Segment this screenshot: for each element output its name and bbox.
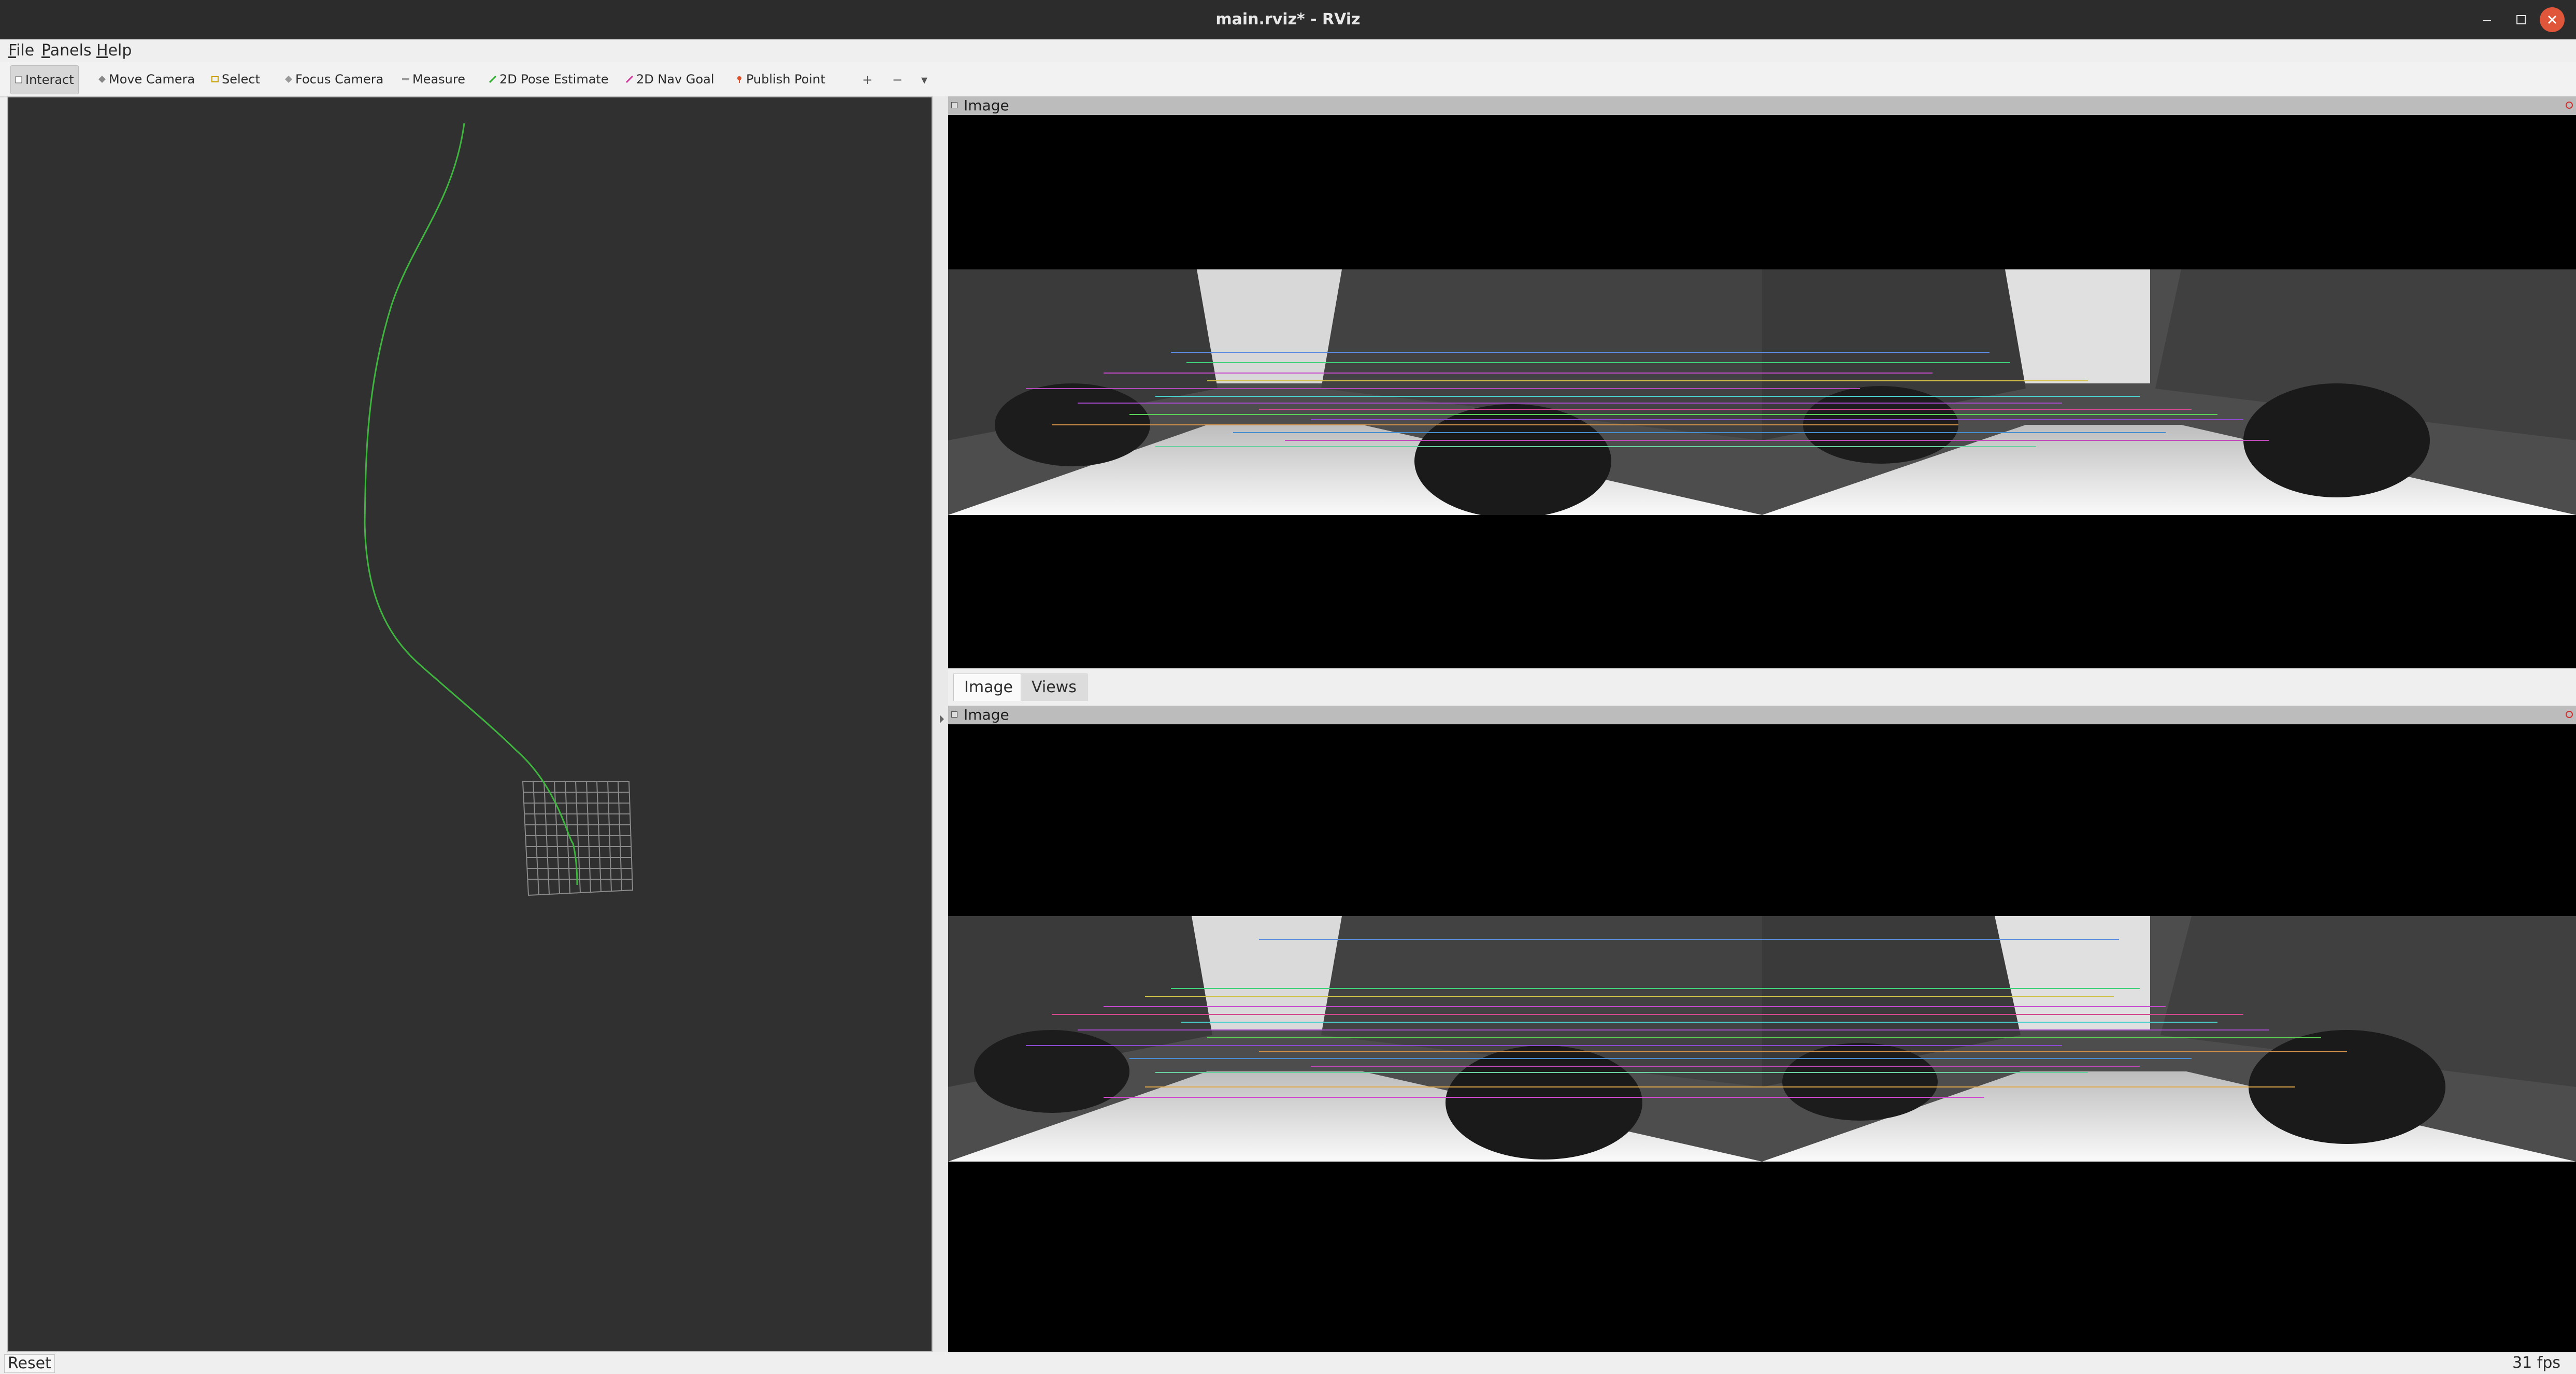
remove-tool-icon[interactable]: − (892, 73, 903, 87)
tool-interact[interactable]: Interact (10, 65, 79, 94)
reset-button[interactable]: Reset (4, 1354, 55, 1373)
window-title: main.rviz* - RViz (1215, 10, 1361, 28)
minimize-button[interactable] (2474, 7, 2499, 32)
top-stereo-image (948, 269, 2576, 515)
focus-camera-icon (285, 76, 292, 83)
tool-measure-label: Measure (412, 72, 465, 87)
minimize-icon (2483, 20, 2491, 21)
3d-scene (364, 123, 634, 896)
select-icon (211, 76, 219, 82)
bottom-image-panel-header[interactable]: Image (948, 706, 2576, 724)
panel-close-icon[interactable] (2566, 711, 2573, 718)
menu-bar: File Panels Help (0, 39, 2576, 62)
close-icon (2548, 15, 2557, 24)
tool-2d-pose-estimate[interactable]: 2D Pose Estimate (485, 65, 613, 93)
tool-2d-nav-goal[interactable]: 2D Nav Goal (622, 65, 719, 93)
menu-file-accel: F (8, 41, 17, 60)
splitter-arrow-icon (940, 715, 944, 723)
fps-counter: 31 fps (2512, 1354, 2560, 1372)
tool-2d-nav-goal-label: 2D Nav Goal (636, 72, 714, 87)
tool-move-camera[interactable]: Move Camera (94, 65, 199, 93)
menu-help-accel: H (96, 41, 108, 60)
interact-icon (15, 76, 22, 83)
tool-properties-icon[interactable]: ▾ (921, 73, 927, 87)
maximize-button[interactable] (2509, 7, 2534, 32)
add-tool-icon[interactable]: + (862, 73, 872, 87)
collapse-icon[interactable] (951, 102, 957, 108)
bottom-stereo-image (948, 916, 2576, 1162)
top-image-display (948, 115, 2576, 668)
menu-help-label: elp (108, 41, 132, 60)
menu-panels[interactable]: Panels (38, 41, 95, 60)
menu-panels-accel: P (41, 41, 50, 60)
tool-move-camera-label: Move Camera (109, 72, 195, 87)
publish-point-icon (737, 76, 741, 83)
tool-publish-point-label: Publish Point (746, 72, 825, 87)
maximize-icon (2516, 15, 2526, 24)
panel-tab-bar: Image Views (948, 668, 2576, 707)
menu-file[interactable]: File (5, 41, 37, 60)
menu-file-label: ile (16, 41, 35, 60)
render-3d-view[interactable] (7, 96, 933, 1352)
move-camera-icon (98, 76, 106, 83)
tool-focus-camera-label: Focus Camera (295, 72, 384, 87)
collapse-icon[interactable] (951, 711, 957, 718)
trajectory-path (364, 123, 578, 885)
tab-views[interactable]: Views (1021, 674, 1087, 701)
pose-estimate-icon (489, 76, 496, 83)
tool-select[interactable]: Select (207, 65, 264, 93)
tool-bar: Interact Move Camera Select Focus Camera… (0, 62, 2576, 97)
tool-measure[interactable]: Measure (398, 65, 469, 93)
window-titlebar: main.rviz* - RViz (0, 0, 2576, 39)
status-bar: Reset 31 fps (0, 1352, 2576, 1374)
bottom-image-display (948, 724, 2576, 1352)
tool-publish-point[interactable]: Publish Point (732, 65, 829, 93)
tab-image[interactable]: Image (953, 674, 1024, 701)
menu-help[interactable]: Help (93, 41, 135, 60)
bottom-image-panel-title: Image (964, 706, 1009, 723)
top-image-panel-header[interactable]: Image (948, 96, 2576, 115)
close-button[interactable] (2540, 7, 2565, 32)
tool-focus-camera[interactable]: Focus Camera (281, 65, 388, 93)
tool-2d-pose-estimate-label: 2D Pose Estimate (499, 72, 609, 87)
tool-select-label: Select (222, 72, 261, 87)
view-splitter[interactable] (933, 96, 948, 1352)
panel-close-icon[interactable] (2566, 102, 2573, 109)
measure-icon (402, 78, 409, 80)
menu-panels-label: anels (50, 41, 92, 60)
top-image-panel-title: Image (964, 97, 1009, 114)
nav-goal-icon (626, 76, 633, 83)
tool-interact-label: Interact (25, 73, 74, 87)
